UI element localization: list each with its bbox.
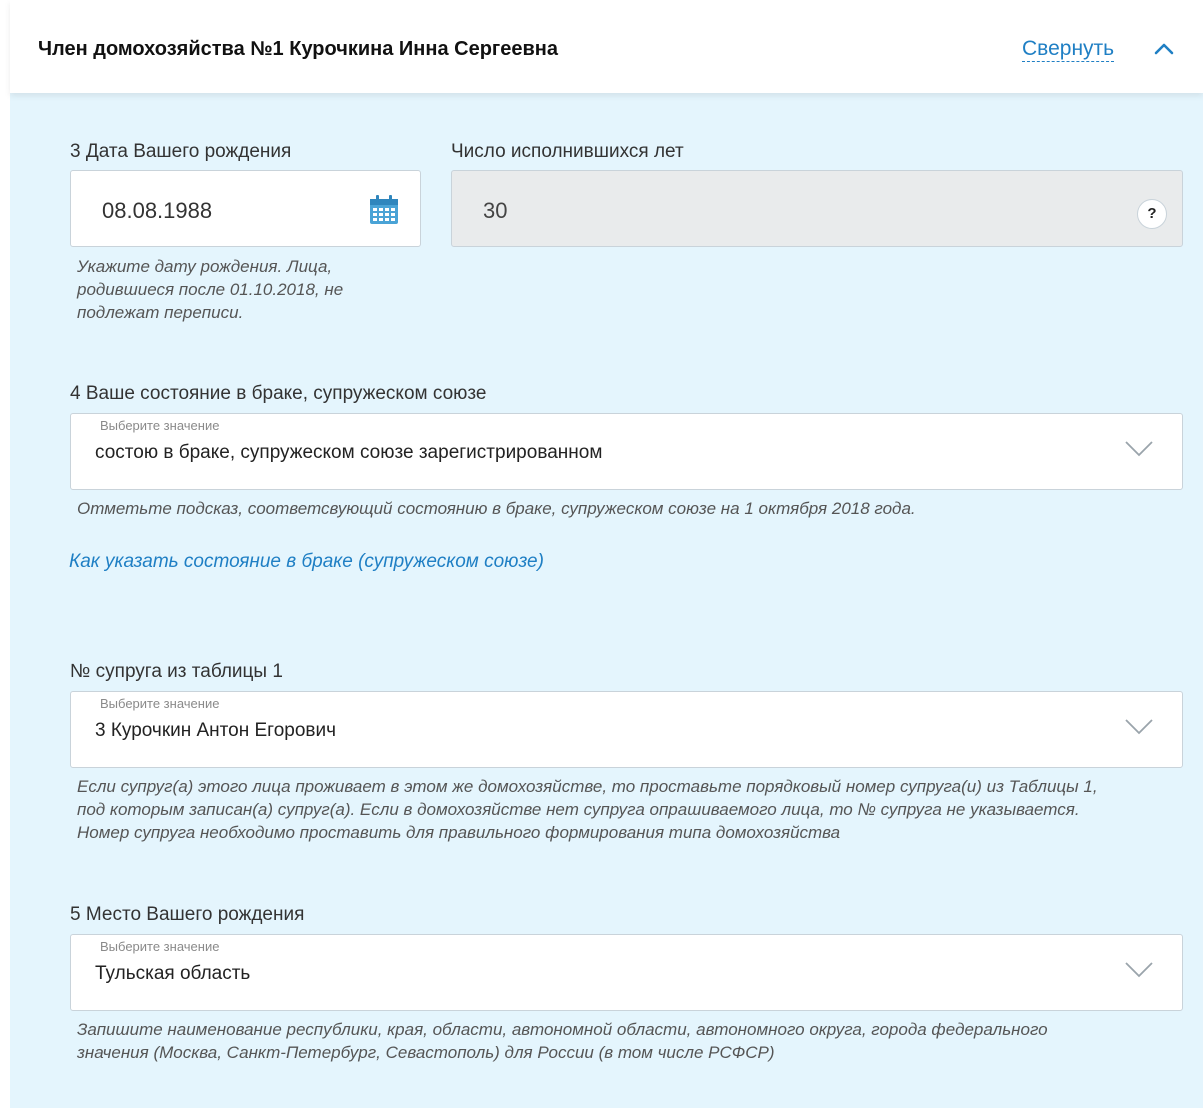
marital-placeholder: Выберите значение <box>100 418 220 433</box>
birth-date-hint: Укажите дату рождения. Лица, родившиеся … <box>77 255 343 324</box>
spouse-select[interactable]: Выберите значение 3 Курочкин Антон Егоро… <box>70 691 1183 768</box>
marital-label: 4 Ваше состояние в браке, супружеском со… <box>70 383 487 404</box>
hint-line: Укажите дату рождения. Лица, <box>77 257 333 276</box>
chevron-down-icon[interactable] <box>1124 440 1154 458</box>
spouse-placeholder: Выберите значение <box>100 696 220 711</box>
hint-line: Если супруг(а) этого лица проживает в эт… <box>77 777 1098 796</box>
birthplace-placeholder: Выберите значение <box>100 939 220 954</box>
marital-help-link[interactable]: Как указать состояние в браке (супружеск… <box>69 551 544 573</box>
age-field: 30 ? <box>451 170 1183 247</box>
section-header: Член домохозяйства №1 Курочкина Инна Сер… <box>10 0 1203 93</box>
calendar-icon[interactable] <box>368 194 400 226</box>
help-icon[interactable]: ? <box>1137 199 1167 229</box>
birthplace-select[interactable]: Выберите значение Тульская область <box>70 934 1183 1011</box>
spouse-value: 3 Курочкин Антон Егорович <box>95 720 336 741</box>
hint-line: значения (Москва, Санкт-Петербург, Севас… <box>77 1043 775 1062</box>
hint-line: Номер супруга необходимо проставить для … <box>77 823 841 842</box>
marital-hint: Отметьте подсказ, соответсвующий состоян… <box>77 499 916 518</box>
birthplace-label: 5 Место Вашего рождения <box>70 904 305 925</box>
birth-date-value: 08.08.1988 <box>102 198 213 223</box>
collapse-link[interactable]: Свернуть <box>1022 37 1115 62</box>
birthplace-hint: Запишите наименование республики, края, … <box>77 1018 1048 1064</box>
marital-select[interactable]: Выберите значение состою в браке, супруж… <box>70 413 1183 490</box>
age-label: Число исполнившихся лет <box>451 141 684 162</box>
birth-date-input[interactable]: 08.08.1988 <box>70 170 421 247</box>
birthplace-value: Тульская область <box>95 963 251 984</box>
birth-date-label: 3 Дата Вашего рождения <box>70 141 292 162</box>
hint-line: подлежат переписи. <box>77 303 244 322</box>
chevron-down-icon[interactable] <box>1124 961 1154 979</box>
hint-line: Запишите наименование республики, края, … <box>77 1020 1048 1039</box>
marital-value: состою в браке, супружеском союзе зареги… <box>95 442 603 463</box>
spouse-hint: Если супруг(а) этого лица проживает в эт… <box>77 775 1098 844</box>
hint-line: родившиеся после 01.10.2018, не <box>77 280 344 299</box>
chevron-down-icon[interactable] <box>1124 718 1154 736</box>
chevron-up-icon[interactable] <box>1153 42 1175 56</box>
spouse-label: № супруга из таблицы 1 <box>70 661 283 682</box>
age-value: 30 <box>483 198 508 223</box>
hint-line: под которым записан(а) супруг(а). Если в… <box>77 800 1080 819</box>
section-title: Член домохозяйства №1 Курочкина Инна Сер… <box>38 38 558 60</box>
